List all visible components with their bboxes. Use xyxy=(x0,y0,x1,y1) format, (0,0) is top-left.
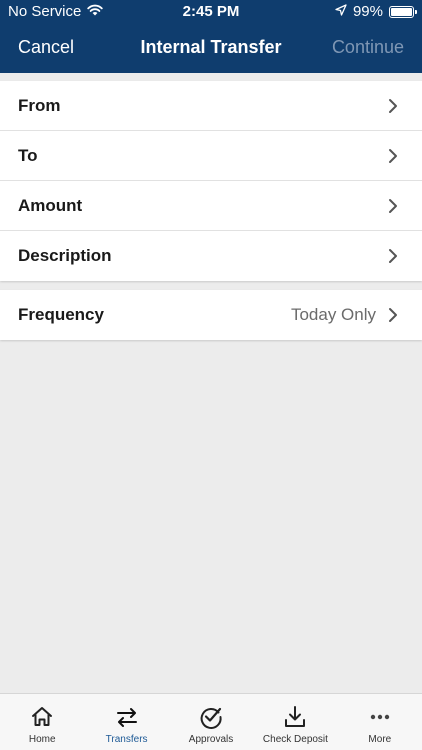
frequency-card: Frequency Today Only xyxy=(0,290,422,340)
frequency-value: Today Only xyxy=(290,305,376,324)
tab-label: More xyxy=(368,734,392,745)
download-tray-icon xyxy=(285,706,306,727)
from-label: From xyxy=(18,95,61,115)
to-label: To xyxy=(18,145,38,165)
chevron-right-icon xyxy=(389,249,397,263)
chevron-right-icon xyxy=(389,308,397,322)
tab-home[interactable]: Home xyxy=(0,694,84,750)
description-row[interactable]: Description xyxy=(0,231,422,281)
frequency-label: Frequency xyxy=(18,305,104,324)
amount-label: Amount xyxy=(18,195,83,215)
battery-percent: 99% xyxy=(352,3,383,20)
transfer-arrows-icon xyxy=(116,708,137,727)
battery-icon xyxy=(389,5,417,18)
status-right: 99% xyxy=(335,3,417,20)
tab-label: Approvals xyxy=(188,734,234,745)
tab-bar: Home Transfers Approvals Check Deposit M… xyxy=(0,693,422,750)
from-row[interactable]: From xyxy=(0,81,422,131)
chevron-right-icon xyxy=(389,198,397,213)
amount-row[interactable]: Amount xyxy=(0,181,422,231)
tab-label: Check Deposit xyxy=(262,734,328,745)
tab-transfers[interactable]: Transfers xyxy=(84,694,168,750)
location-arrow-icon xyxy=(335,3,347,20)
tab-more[interactable]: More xyxy=(338,694,422,750)
tab-approvals[interactable]: Approvals xyxy=(169,694,253,750)
description-label: Description xyxy=(18,246,112,265)
tab-check-deposit[interactable]: Check Deposit xyxy=(253,694,337,750)
top-bar: No Service 2:45 PM 99% Cancel Internal T… xyxy=(0,0,422,73)
status-bar: No Service 2:45 PM 99% xyxy=(0,0,422,24)
to-row[interactable]: To xyxy=(0,131,422,181)
tab-label: Home xyxy=(28,734,56,745)
transfer-form-card: From To Amount Description xyxy=(0,81,422,281)
more-dots-icon xyxy=(370,714,390,720)
tab-label: Transfers xyxy=(105,734,148,745)
chevron-right-icon xyxy=(389,148,397,163)
frequency-row[interactable]: Frequency Today Only xyxy=(0,290,422,340)
home-icon xyxy=(32,707,53,726)
navigation-bar: Cancel Internal Transfer Continue xyxy=(0,24,422,73)
check-circle-icon xyxy=(200,707,222,729)
continue-button[interactable]: Continue xyxy=(332,37,404,58)
chevron-right-icon xyxy=(389,98,397,113)
